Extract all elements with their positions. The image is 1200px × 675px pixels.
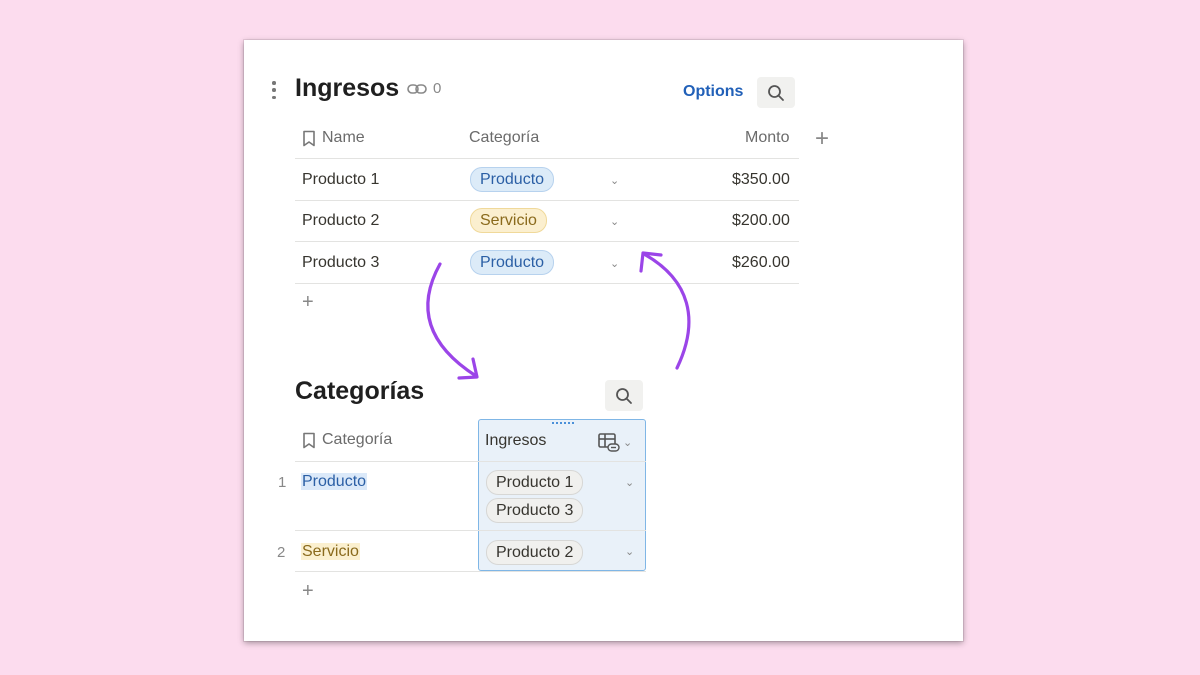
- add-column-button[interactable]: +: [815, 125, 829, 153]
- tag-producto: Producto: [470, 250, 555, 275]
- row-3-monto[interactable]: $260.00: [732, 254, 790, 272]
- link-icon: [407, 83, 427, 94]
- row-number: 1: [278, 474, 287, 491]
- cat-row-1-ingresos[interactable]: Producto 1: [486, 470, 584, 495]
- chevron-down-icon[interactable]: ⌄: [625, 545, 634, 558]
- linked-count[interactable]: 0: [407, 80, 441, 97]
- cat-row-2-ingresos[interactable]: Producto 2: [486, 540, 584, 565]
- row-2-monto[interactable]: $200.00: [732, 212, 790, 230]
- divider: [295, 283, 799, 284]
- search-icon: [616, 387, 632, 404]
- options-button[interactable]: Options: [683, 83, 743, 101]
- cat-row-1-ingresos-2[interactable]: Producto 3: [486, 498, 584, 523]
- add-row-button[interactable]: +: [302, 291, 314, 314]
- relation-table-icon: [598, 433, 620, 452]
- chevron-down-icon[interactable]: ⌄: [625, 476, 634, 489]
- relation-chip[interactable]: Producto 3: [486, 498, 584, 523]
- divider: [295, 571, 646, 572]
- row-3-categoria[interactable]: Producto: [470, 250, 555, 275]
- cat-row-2-name[interactable]: Servicio: [301, 543, 360, 561]
- column-header-ingresos-label: Ingresos: [485, 432, 547, 449]
- row-1-monto[interactable]: $350.00: [732, 171, 790, 189]
- column-header-categoria[interactable]: Categoría: [302, 431, 392, 449]
- categoria-servicio: Servicio: [301, 543, 360, 560]
- chevron-down-icon[interactable]: ⌄: [610, 257, 619, 270]
- tag-servicio: Servicio: [470, 208, 547, 233]
- row-2-categoria[interactable]: Servicio: [470, 208, 547, 233]
- bookmark-icon: [303, 130, 315, 146]
- categoria-producto: Producto: [301, 473, 368, 490]
- cat-row-1-name[interactable]: Producto: [301, 473, 368, 491]
- drag-handle-icon[interactable]: [552, 422, 574, 428]
- divider: [295, 158, 799, 159]
- link-count-value: 0: [433, 80, 442, 97]
- column-header-categoria-label: Categoría: [322, 431, 393, 448]
- page-title: Ingresos: [295, 74, 400, 102]
- search-icon: [768, 84, 784, 101]
- search-button[interactable]: [757, 77, 795, 108]
- relation-chip[interactable]: Producto 2: [486, 540, 584, 565]
- row-1-categoria[interactable]: Producto: [470, 167, 555, 192]
- section-title: Categorías: [295, 377, 425, 405]
- more-options-icon[interactable]: [270, 80, 278, 100]
- chevron-down-icon: ⌄: [623, 436, 633, 449]
- column-header-name[interactable]: Name: [302, 129, 365, 147]
- column-header-monto-label: Monto: [745, 129, 790, 146]
- add-row-button[interactable]: +: [302, 580, 314, 603]
- divider: [295, 530, 646, 531]
- divider: [295, 241, 799, 242]
- column-header-categoria[interactable]: Categoría: [469, 129, 539, 147]
- search-button[interactable]: [605, 380, 643, 411]
- column-header-monto[interactable]: Monto: [745, 129, 789, 147]
- row-2-name[interactable]: Producto 2: [302, 212, 379, 230]
- row-1-name[interactable]: Producto 1: [302, 171, 379, 189]
- divider: [295, 461, 646, 462]
- tag-producto: Producto: [470, 167, 555, 192]
- chevron-down-icon[interactable]: ⌄: [610, 215, 619, 228]
- divider: [295, 200, 799, 201]
- row-3-name[interactable]: Producto 3: [302, 254, 379, 272]
- column-header-categoria-label: Categoría: [469, 129, 540, 146]
- row-number: 2: [277, 544, 286, 561]
- relation-chip[interactable]: Producto 1: [486, 470, 584, 495]
- relation-menu[interactable]: ⌄: [598, 432, 632, 452]
- bookmark-icon: [303, 432, 315, 448]
- column-header-ingresos[interactable]: Ingresos: [485, 432, 546, 450]
- column-header-name-label: Name: [322, 129, 365, 146]
- notion-card: Ingresos 0 Options Name Categoría Monto …: [244, 40, 963, 641]
- chevron-down-icon[interactable]: ⌄: [610, 174, 619, 187]
